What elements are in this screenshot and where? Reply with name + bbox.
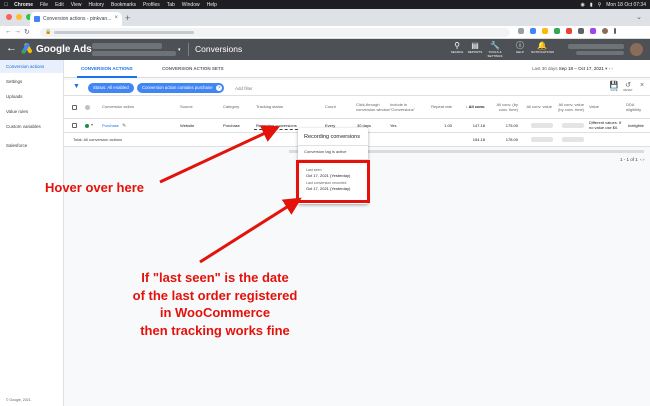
annotation-line-1: If "last seen" is the date bbox=[141, 270, 289, 285]
annotation-line-4: then tracking works fine bbox=[140, 322, 290, 338]
annotation-explanation: If "last seen" is the date of the last o… bbox=[100, 269, 330, 339]
arrow-to-last-seen bbox=[199, 197, 302, 264]
annotation-hover-text: Hover over here bbox=[45, 180, 144, 195]
arrow-to-tracking-status bbox=[159, 125, 281, 184]
annotation-line-2: of the last order registered bbox=[132, 287, 298, 303]
annotation-arrows bbox=[159, 125, 302, 264]
annotation-line-3: in WooCommerce bbox=[159, 305, 271, 321]
